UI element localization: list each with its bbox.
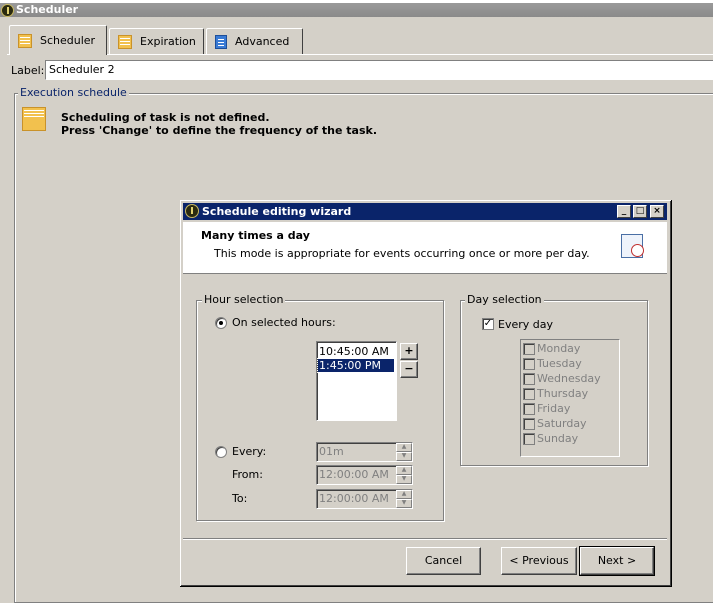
schedule-wizard-dialog: Schedule editing wizard _ □ × Many times… xyxy=(179,199,671,586)
every-day-checkbox[interactable]: ✓ xyxy=(482,318,494,330)
label-input[interactable]: Scheduler 2 xyxy=(45,60,713,80)
day-selection-legend: Day selection xyxy=(465,293,544,306)
tab-label: Scheduler xyxy=(40,34,96,47)
wizard-titlebar[interactable]: Schedule editing wizard _ □ × xyxy=(183,203,667,220)
execution-schedule-legend: Execution schedule xyxy=(18,86,129,99)
wizard-header: Many times a day This mode is appropriat… xyxy=(183,222,667,274)
day-checkbox[interactable] xyxy=(523,343,535,355)
day-checkbox[interactable] xyxy=(523,373,535,385)
previous-button[interactable]: < Previous xyxy=(501,547,577,575)
day-checkbox[interactable] xyxy=(523,418,535,430)
to-label: To: xyxy=(232,492,248,505)
calendar-icon xyxy=(22,107,46,131)
day-label: Saturday xyxy=(537,417,587,430)
day-label: Wednesday xyxy=(537,372,601,385)
every-label[interactable]: Every: xyxy=(232,445,266,458)
schedule-message-line2: Press 'Change' to define the frequency o… xyxy=(61,124,378,137)
every-radio[interactable] xyxy=(215,446,227,458)
calendar-icon xyxy=(18,33,32,48)
app-logo-icon xyxy=(185,204,199,218)
spin-down-icon[interactable]: ▼ xyxy=(396,452,412,461)
spin-down-icon[interactable]: ▼ xyxy=(396,475,412,484)
tab-divider xyxy=(7,54,713,55)
day-checkbox[interactable] xyxy=(523,403,535,415)
spin-up-icon[interactable]: ▲ xyxy=(396,466,412,475)
day-label: Tuesday xyxy=(537,357,582,370)
on-selected-hours-label[interactable]: On selected hours: xyxy=(232,316,336,329)
maximize-button[interactable]: □ xyxy=(633,205,647,218)
cancel-button[interactable]: Cancel xyxy=(406,547,481,575)
list-item[interactable]: 10:45:00 AM xyxy=(318,345,394,358)
day-label: Friday xyxy=(537,402,571,415)
minimize-button[interactable]: _ xyxy=(617,205,631,218)
day-label: Thursday xyxy=(537,387,589,400)
spin-down-icon[interactable]: ▼ xyxy=(396,499,412,508)
calendar-clock-icon xyxy=(621,234,644,258)
footer-separator xyxy=(183,538,667,539)
close-button[interactable]: × xyxy=(650,205,664,218)
from-label: From: xyxy=(232,468,263,481)
app-titlebar: Scheduler xyxy=(0,3,713,17)
schedule-message-line1: Scheduling of task is not defined. xyxy=(61,111,270,124)
app-logo-icon xyxy=(1,4,14,17)
day-label: Sunday xyxy=(537,432,579,445)
mode-title: Many times a day xyxy=(201,229,310,242)
tab-advanced[interactable]: Advanced xyxy=(206,28,303,54)
tab-scheduler[interactable]: Scheduler xyxy=(9,25,107,55)
calendar-icon xyxy=(118,34,132,49)
list-item-selected[interactable]: 1:45:00 PM xyxy=(317,358,395,373)
every-day-label[interactable]: Every day xyxy=(498,318,553,331)
spin-up-icon[interactable]: ▲ xyxy=(396,490,412,499)
hour-selection-legend: Hour selection xyxy=(202,293,286,306)
days-list: Monday Tuesday Wednesday Thursday Friday… xyxy=(520,339,620,457)
on-selected-hours-radio[interactable] xyxy=(215,317,227,329)
wizard-title: Schedule editing wizard xyxy=(202,205,352,218)
clipboard-icon xyxy=(215,34,227,49)
day-checkbox[interactable] xyxy=(523,388,535,400)
remove-hour-button[interactable]: − xyxy=(400,361,418,378)
mode-description: This mode is appropriate for events occu… xyxy=(214,247,590,260)
tab-expiration[interactable]: Expiration xyxy=(109,28,204,54)
day-label: Monday xyxy=(537,342,581,355)
add-hour-button[interactable]: + xyxy=(400,343,418,360)
day-checkbox[interactable] xyxy=(523,433,535,445)
label-caption: Label: xyxy=(11,64,45,77)
tab-label: Expiration xyxy=(140,35,196,48)
hours-list[interactable]: 10:45:00 AM 1:45:00 PM xyxy=(316,341,397,421)
tab-label: Advanced xyxy=(235,35,290,48)
next-button[interactable]: Next > xyxy=(579,546,655,576)
spin-up-icon[interactable]: ▲ xyxy=(396,443,412,452)
day-checkbox[interactable] xyxy=(523,358,535,370)
app-title: Scheduler xyxy=(16,3,79,16)
